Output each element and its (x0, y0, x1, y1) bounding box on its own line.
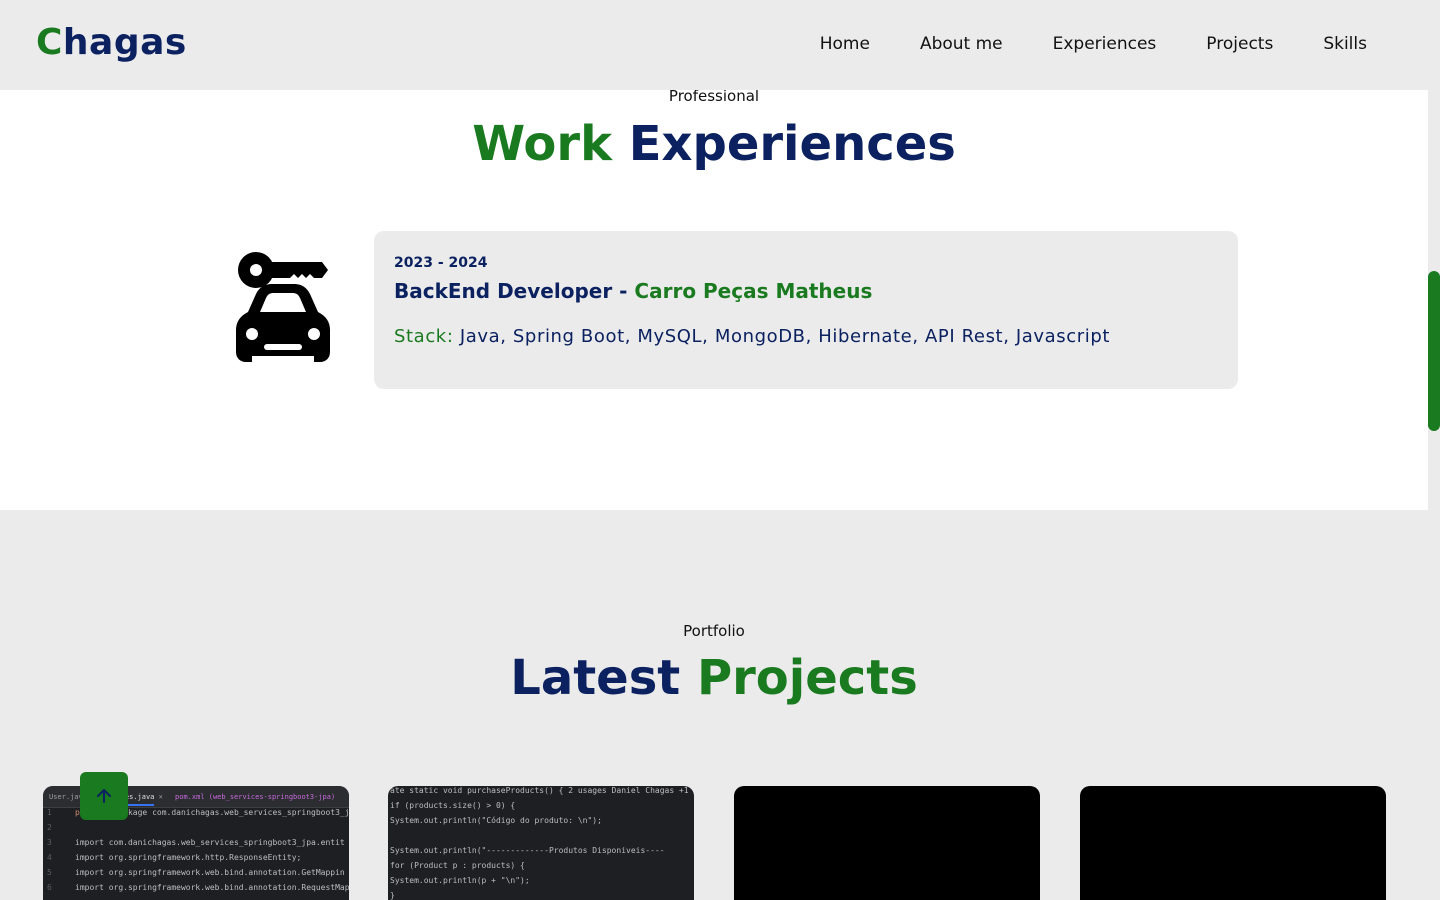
experiences-title: Work Experiences (0, 116, 1428, 172)
arrow-up-icon (97, 789, 111, 803)
projects-title-blue: Latest (510, 650, 681, 706)
project-card-4[interactable] (1080, 786, 1386, 900)
nav-skills[interactable]: Skills (1323, 34, 1367, 54)
car-key-icon (234, 250, 332, 368)
projects-title: Latest Projects (0, 650, 1428, 706)
projects-subtitle: Portfolio (683, 622, 745, 640)
code-line: 2 (47, 823, 52, 832)
project-card-2[interactable]: ate static void purchaseProducts() { 2 u… (388, 786, 694, 900)
code-line: } (390, 891, 395, 900)
experience-role: BackEnd Developer - Carro Peças Matheus (394, 279, 872, 303)
code-line: for (Product p : products) { (390, 861, 525, 870)
logo-rest: hagas (62, 22, 187, 63)
logo-initial: C (36, 22, 63, 63)
logo[interactable]: Chagas (36, 22, 187, 63)
experience-role-title: BackEnd Developer - (394, 279, 635, 303)
code-line: 5 import org.springframework.web.bind.ann… (47, 868, 345, 877)
experiences-section: Professional Work Experiences 2023 - 202… (0, 87, 1428, 510)
code-line: 4 import org.springframework.http.Respons… (47, 853, 302, 862)
experiences-title-green: Work (472, 116, 612, 172)
code-line: System.out.println("Código do produto: \… (390, 816, 602, 825)
nav-home[interactable]: Home (820, 34, 870, 54)
stack-label: Stack: (394, 326, 454, 347)
nav-about-me[interactable]: About me (920, 34, 1003, 54)
main-nav: Home About me Experiences Projects Skill… (770, 34, 1367, 54)
code-line: 3 import com.danichagas.web_services_spri… (47, 838, 345, 847)
code-line: if (products.size() > 0) { (390, 801, 516, 810)
experience-card: 2023 - 2024 BackEnd Developer - Carro Pe… (374, 231, 1238, 389)
scrollbar-thumb[interactable] (1428, 271, 1440, 431)
code-line: System.out.println(p + "\n"); (390, 876, 530, 885)
nav-projects[interactable]: Projects (1206, 34, 1273, 54)
experiences-title-blue: Experiences (628, 116, 956, 172)
nav-experiences[interactable]: Experiences (1053, 34, 1157, 54)
code-line: ate static void purchaseProducts() { 2 u… (390, 786, 689, 795)
experience-stack: Stack: Java, Spring Boot, MySQL, MongoDB… (394, 326, 1110, 347)
project-card-3[interactable] (734, 786, 1040, 900)
scroll-top-button[interactable] (80, 772, 128, 820)
editor-tab-3: pom.xml (web_services-springboot3-jpa) (175, 793, 336, 801)
stack-list: Java, Spring Boot, MySQL, MongoDB, Hiber… (459, 326, 1111, 347)
experience-period: 2023 - 2024 (394, 255, 488, 271)
code-line: 6 import org.springframework.web.bind.ann… (47, 883, 349, 892)
scrollbar-track[interactable] (1428, 90, 1440, 900)
code-line: System.out.println("-------------Produto… (390, 846, 665, 855)
experience-company: Carro Peças Matheus (634, 279, 873, 303)
navbar: Chagas Home About me Experiences Project… (0, 0, 1440, 90)
projects-title-green: Projects (696, 650, 918, 706)
